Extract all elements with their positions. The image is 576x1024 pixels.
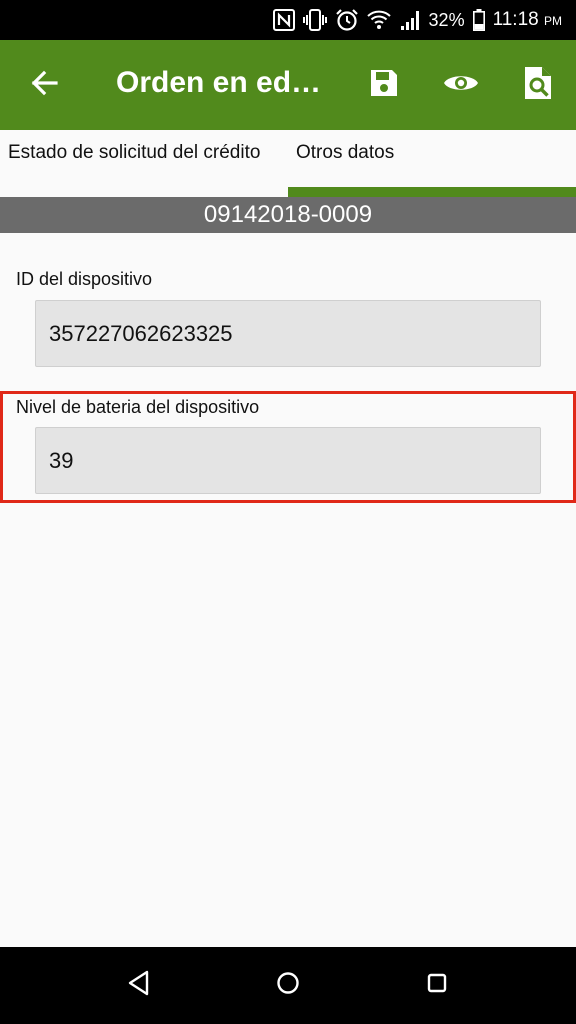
nav-back-button[interactable] (119, 965, 159, 1005)
document-search-button[interactable] (514, 61, 562, 109)
signal-icon (399, 9, 421, 31)
battery-icon (472, 9, 485, 31)
clock-time: 11:18 (492, 9, 539, 30)
back-button[interactable] (20, 61, 68, 109)
device-id-field[interactable]: 357227062623325 (35, 300, 541, 367)
nav-home-icon (276, 971, 300, 1000)
nfc-icon (272, 9, 295, 31)
eye-icon (443, 71, 479, 100)
document-search-icon (524, 66, 552, 105)
battery-level-label: Nivel de bateria del dispositivo (16, 397, 260, 417)
alarm-icon (335, 8, 359, 32)
clock: 11:18 PM (493, 9, 562, 31)
page-title: Orden en edición (116, 66, 326, 99)
tab-selected-indicator (288, 187, 576, 197)
wifi-icon (366, 9, 391, 31)
app-bar: Orden en edición (0, 40, 576, 130)
status-icons: 32% 11:18 PM (272, 0, 562, 40)
save-button[interactable] (360, 61, 408, 109)
tab-otros-datos[interactable]: Otros datos (288, 130, 576, 197)
save-icon (368, 67, 400, 104)
nav-home-button[interactable] (268, 965, 308, 1005)
tab-estado-solicitud-label: Estado de solicitud del crédito (8, 142, 261, 163)
tab-otros-datos-label: Otros datos (296, 142, 395, 163)
vibrate-icon (302, 9, 327, 31)
clock-ampm: PM (544, 14, 562, 28)
back-arrow-icon (29, 68, 59, 103)
system-nav-bar (0, 947, 576, 1024)
tab-bar: Estado de solicitud del crédito Otros da… (0, 130, 576, 197)
tab-estado-solicitud[interactable]: Estado de solicitud del crédito (0, 130, 288, 197)
nav-recents-icon (426, 972, 448, 999)
nav-back-icon (127, 970, 151, 1001)
view-button[interactable] (437, 61, 485, 109)
nav-recents-button[interactable] (417, 965, 457, 1005)
battery-percent: 32% (428, 9, 465, 30)
device-id-label: ID del dispositivo (16, 269, 153, 289)
status-bar: 32% 11:18 PM (0, 0, 576, 40)
order-number: 09142018-0009 (0, 197, 576, 233)
battery-level-field[interactable]: 39 (35, 427, 541, 494)
